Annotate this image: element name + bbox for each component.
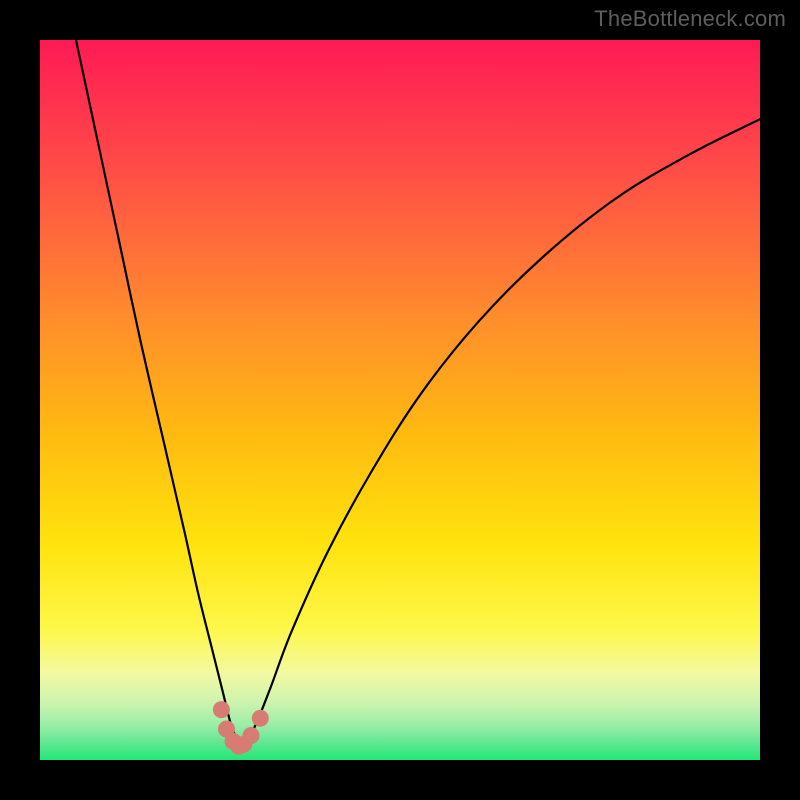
marker-dot <box>243 727 260 744</box>
bottleneck-curve <box>40 40 760 760</box>
marker-group <box>213 701 269 755</box>
plot-area <box>40 40 760 760</box>
watermark-text: TheBottleneck.com <box>594 6 786 32</box>
marker-dot <box>213 701 230 718</box>
curve-path <box>76 40 760 746</box>
marker-dot <box>252 710 269 727</box>
chart-frame: TheBottleneck.com <box>0 0 800 800</box>
